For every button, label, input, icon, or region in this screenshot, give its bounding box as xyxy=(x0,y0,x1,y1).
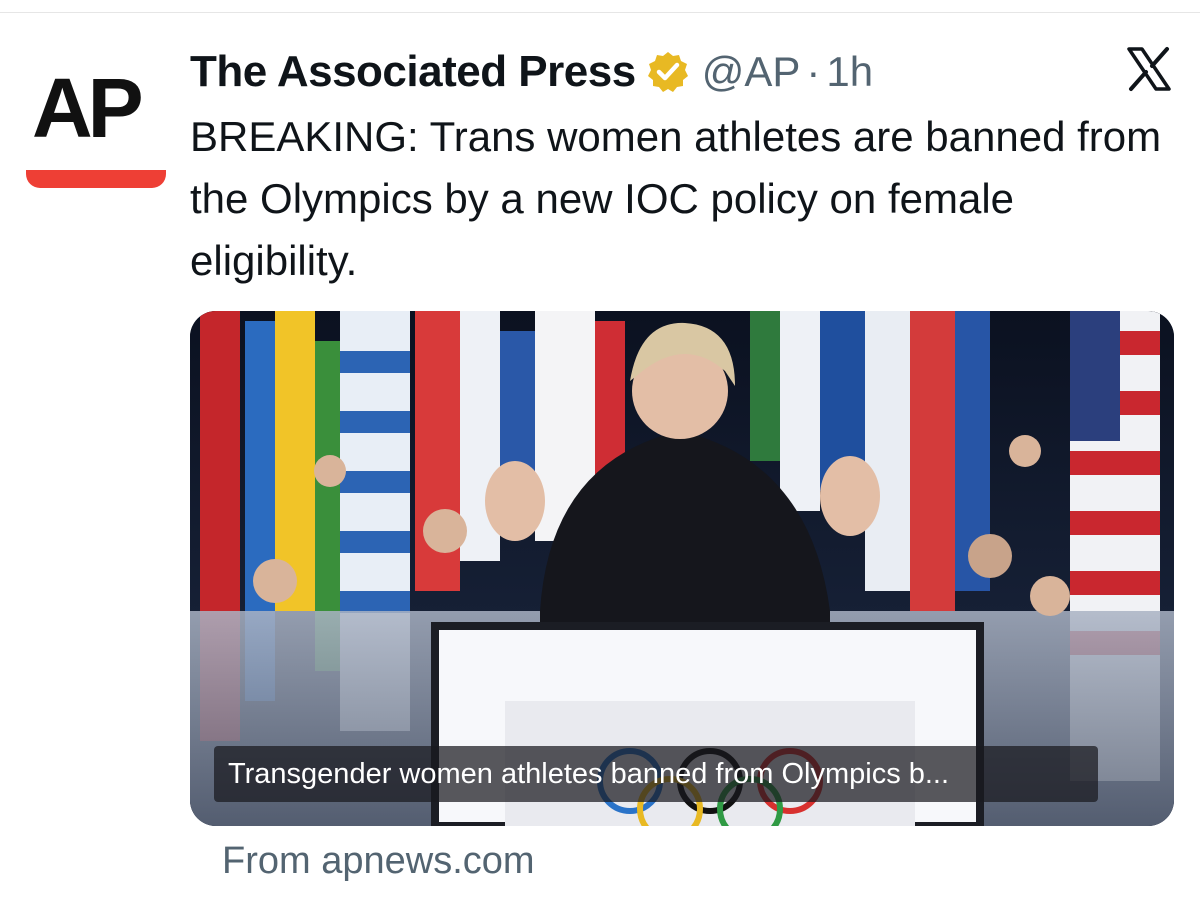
ap-logo-text: AP xyxy=(32,61,144,155)
top-divider xyxy=(0,12,1200,13)
ap-avatar[interactable]: AP xyxy=(20,60,170,195)
link-card-caption[interactable]: Transgender women athletes banned from O… xyxy=(214,746,1098,802)
verified-badge-icon[interactable] xyxy=(646,50,690,94)
link-card-source[interactable]: From apnews.com xyxy=(222,840,535,883)
author-name[interactable]: The Associated Press xyxy=(190,47,636,97)
ap-logo-underline xyxy=(26,170,166,188)
x-logo-icon[interactable] xyxy=(1126,46,1172,92)
header-separator: · xyxy=(806,48,821,95)
tweet-text: BREAKING: Trans women athletes are banne… xyxy=(190,113,1162,284)
link-card-image[interactable]: Transgender women athletes banned from O… xyxy=(190,311,1174,826)
tweet-timestamp[interactable]: 1h xyxy=(826,48,873,96)
author-handle[interactable]: @AP xyxy=(702,48,801,96)
tweet-header: The Associated Press @AP · 1h xyxy=(190,44,873,100)
